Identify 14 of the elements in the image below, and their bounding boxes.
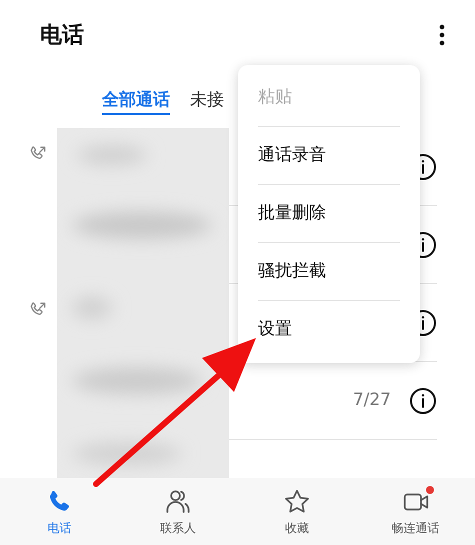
- more-icon[interactable]: [439, 24, 445, 46]
- tab[interactable]: 全部通话: [102, 92, 170, 115]
- tab[interactable]: 未接: [190, 92, 224, 115]
- nav-tab[interactable]: 收藏: [238, 478, 356, 545]
- menu-item[interactable]: 批量删除: [258, 185, 400, 243]
- menu-item[interactable]: 通话录音: [258, 127, 400, 185]
- page-title: 电话: [40, 22, 84, 50]
- info-icon[interactable]: [409, 386, 437, 414]
- menu-item[interactable]: 骚扰拦截: [258, 243, 400, 301]
- nav-tab[interactable]: 联系人: [118, 478, 238, 545]
- nav-tab[interactable]: 畅连通话: [356, 478, 475, 545]
- menu-item[interactable]: 设置: [258, 301, 400, 359]
- nav-tab[interactable]: 电话: [0, 478, 119, 545]
- call-date: 7/27: [352, 388, 391, 412]
